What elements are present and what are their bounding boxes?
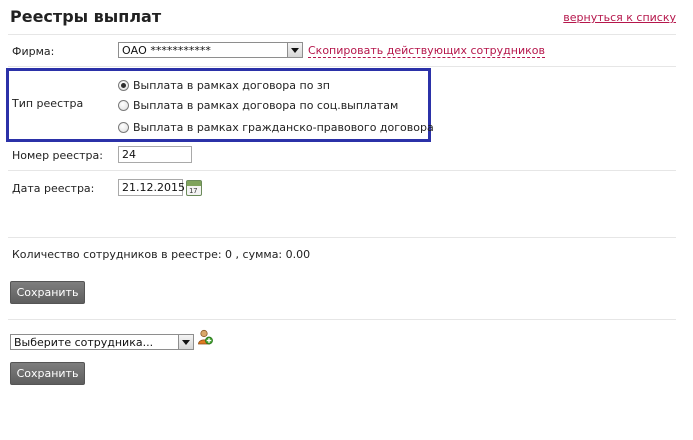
page-title: Реестры выплат (10, 7, 162, 26)
registry-number-value: 24 (122, 148, 136, 161)
registry-number-input[interactable]: 24 (118, 146, 192, 163)
divider (8, 319, 676, 320)
registry-sum: 0.00 (285, 248, 311, 261)
divider (8, 237, 676, 238)
divider (8, 66, 676, 67)
firm-select[interactable]: ОАО *********** (118, 42, 303, 58)
registry-summary: Количество сотрудников в реестре: 0 , су… (12, 248, 310, 261)
registry-type-label: Тип реестра (12, 97, 84, 110)
registry-number-label: Номер реестра: (12, 149, 103, 162)
registry-date-label: Дата реестра: (12, 182, 95, 195)
radio-option-social[interactable]: Выплата в рамках договора по соц.выплата… (118, 98, 398, 112)
radio-button[interactable] (118, 99, 129, 111)
add-user-icon[interactable] (197, 329, 213, 345)
divider (8, 34, 676, 35)
back-to-list-link[interactable]: вернуться к списку (563, 11, 676, 24)
firm-label: Фирма: (12, 45, 55, 58)
copy-employees-link[interactable]: Скопировать действующих сотрудников (308, 44, 545, 58)
chevron-down-icon[interactable] (178, 335, 193, 349)
radio-option-salary[interactable]: Выплата в рамках договора по зп (118, 78, 330, 92)
radio-option-civil[interactable]: Выплата в рамках гражданско-правового до… (118, 120, 434, 134)
employee-select-value: Выберите сотрудника... (14, 336, 154, 349)
registry-date-input[interactable]: 21.12.2015 (118, 179, 185, 196)
calendar-icon-day: 17 (189, 187, 198, 195)
radio-label: Выплата в рамках гражданско-правового до… (133, 120, 434, 134)
summary-separator: , сумма: (232, 248, 286, 261)
calendar-icon[interactable]: 17 (186, 180, 202, 196)
save-button[interactable]: Сохранить (10, 362, 85, 385)
radio-label: Выплата в рамках договора по зп (133, 78, 330, 92)
registry-date-value: 21.12.2015 (122, 181, 185, 194)
radio-button[interactable] (118, 79, 129, 91)
summary-prefix: Количество сотрудников в реестре: (12, 248, 226, 261)
employee-select[interactable]: Выберите сотрудника... (10, 334, 194, 350)
save-button[interactable]: Сохранить (10, 281, 85, 304)
radio-label: Выплата в рамках договора по соц.выплата… (133, 98, 399, 112)
chevron-down-icon[interactable] (287, 43, 302, 57)
divider (8, 170, 676, 171)
radio-button[interactable] (118, 121, 129, 133)
firm-select-value: ОАО *********** (122, 44, 211, 57)
registry-page: Реестры выплат вернуться к списку Фирма:… (0, 0, 693, 440)
employee-count: 0 (225, 248, 233, 261)
